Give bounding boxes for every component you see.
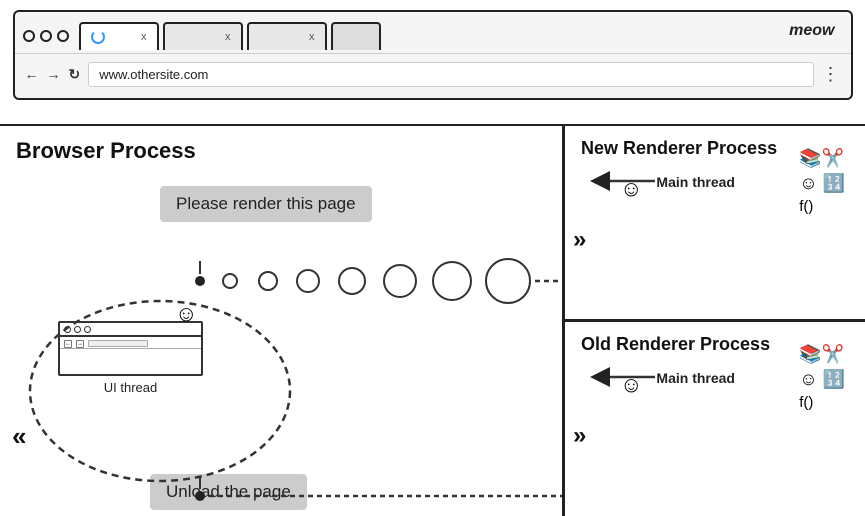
new-renderer-svg xyxy=(565,126,865,319)
old-renderer-chevron: » xyxy=(573,422,586,450)
main-thread-label-2: Main thread xyxy=(656,370,735,386)
minimize-dot xyxy=(40,30,52,42)
tab-bar: x x x meow xyxy=(15,12,851,54)
close-dot xyxy=(23,30,35,42)
forward-button[interactable]: → xyxy=(47,66,61,82)
tab-3[interactable]: x xyxy=(247,22,327,50)
left-chevron-browser: » xyxy=(12,421,26,452)
tab-2[interactable]: x xyxy=(163,22,243,50)
old-renderer-panel: Old Renderer Process 📚✂️ ☺ 🔢 f() » Main … xyxy=(565,322,865,515)
smiley-face-1: ☺ xyxy=(175,301,197,327)
new-renderer-smiley: ☺ xyxy=(620,176,642,202)
please-render-bubble: Please render this page xyxy=(160,186,372,222)
old-renderer-svg xyxy=(565,322,865,515)
browser-process-panel: Browser Process Please render this page … xyxy=(0,126,565,516)
tab-2-close[interactable]: x xyxy=(225,31,231,43)
unload-page-bubble: Unload the page xyxy=(150,474,307,510)
tab-1[interactable]: x xyxy=(79,22,159,50)
ui-thread-area: ← → UI thread xyxy=(58,321,203,395)
tab-4[interactable] xyxy=(331,22,381,50)
tab-loading-spinner xyxy=(91,30,105,44)
right-panels: New Renderer Process 📚✂️ ☺ 🔢 f() » Main … xyxy=(565,126,865,514)
ui-thread-label: UI thread xyxy=(58,380,203,395)
address-input[interactable] xyxy=(88,62,813,87)
main-thread-label-1: Main thread xyxy=(656,174,735,190)
more-menu-button[interactable]: ⋮ xyxy=(822,64,841,85)
maximize-dot xyxy=(57,30,69,42)
browser-process-title: Browser Process xyxy=(0,126,562,176)
browser-chrome: x x x meow ← → ↻ ⋮ xyxy=(13,10,853,100)
diagram-area: Browser Process Please render this page … xyxy=(0,124,865,514)
address-bar-row: ← → ↻ ⋮ xyxy=(15,54,851,94)
new-renderer-panel: New Renderer Process 📚✂️ ☺ 🔢 f() » Main … xyxy=(565,126,865,322)
tab-1-close[interactable]: x xyxy=(141,31,147,43)
back-button[interactable]: ← xyxy=(25,66,39,82)
window-controls xyxy=(23,30,69,42)
tab-3-close[interactable]: x xyxy=(309,31,315,43)
meow-label: meow xyxy=(789,22,834,40)
refresh-button[interactable]: ↻ xyxy=(69,66,81,83)
old-renderer-smiley: ☺ xyxy=(620,372,642,398)
browser-window-icon: ← → xyxy=(58,321,203,376)
new-renderer-chevron: » xyxy=(573,226,586,254)
